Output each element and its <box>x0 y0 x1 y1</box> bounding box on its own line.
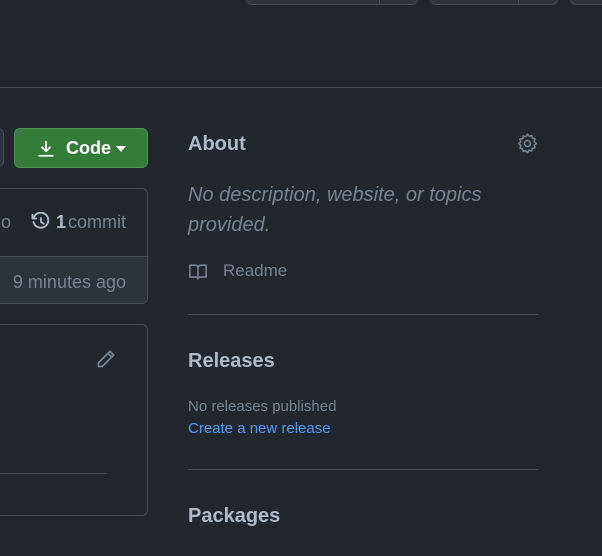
pencil-icon[interactable] <box>96 349 116 369</box>
readme-box <box>0 324 148 516</box>
repo-page: Code o 1 commit 9 minutes ago About No d… <box>0 0 602 556</box>
file-row: 9 minutes ago <box>0 256 147 303</box>
download-icon <box>38 140 54 157</box>
releases-divider <box>188 469 538 470</box>
code-button-label: Code <box>66 138 111 158</box>
header-watch-divider <box>379 0 380 5</box>
commit-message-truncated[interactable]: o <box>1 212 11 233</box>
caret-down-icon <box>116 146 126 152</box>
about-title: About <box>188 133 246 155</box>
header-fork-divider <box>518 0 519 5</box>
create-release-link[interactable]: Create a new release <box>188 420 331 437</box>
last-updated-time: 9 minutes ago <box>12 272 126 292</box>
code-button[interactable]: Code <box>14 128 148 168</box>
header-star-button[interactable] <box>570 0 602 5</box>
commit-label[interactable]: commit <box>68 212 126 233</box>
history-icon <box>31 212 50 229</box>
about-divider <box>188 314 538 315</box>
book-icon <box>189 264 207 280</box>
header-watch-button[interactable] <box>246 0 418 5</box>
branch-button[interactable] <box>0 128 4 167</box>
commit-header-row: o 1 commit <box>0 189 147 256</box>
releases-title[interactable]: Releases <box>188 350 275 373</box>
releases-empty-text: No releases published <box>188 398 337 415</box>
header-divider <box>0 87 602 88</box>
header-fork-button[interactable] <box>430 0 558 5</box>
readme-divider <box>0 473 107 474</box>
packages-title[interactable]: Packages <box>188 505 280 528</box>
latest-commit-box: o 1 commit 9 minutes ago <box>0 188 148 304</box>
gear-icon[interactable] <box>517 133 538 154</box>
about-description: No description, website, or topics provi… <box>188 184 482 236</box>
readme-link[interactable]: Readme <box>223 261 287 281</box>
commit-count[interactable]: 1 <box>56 212 66 233</box>
